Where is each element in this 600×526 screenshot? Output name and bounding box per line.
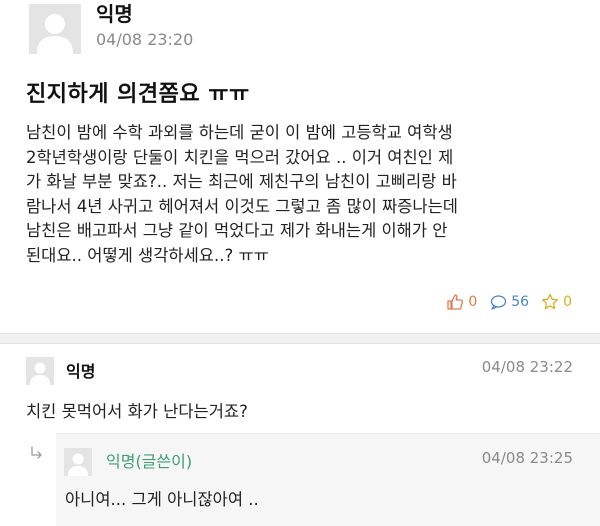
- post-body-line: 남친은 배고파서 그냥 같이 먹었다고 제가 화내는게 이해가 안: [26, 221, 448, 240]
- post-body-line: 가 화날 부분 맞죠?.. 저는 최근에 제친구의 남친이 고삐리랑 바: [26, 172, 457, 191]
- comment-avatar[interactable]: [26, 357, 54, 385]
- reply-text: 아니여... 그게 아니잖아여 ..: [65, 490, 259, 509]
- comment-button[interactable]: 56: [489, 293, 529, 311]
- thumbs-up-icon: [447, 294, 464, 310]
- comment-timestamp: 04/08 23:22: [481, 358, 573, 376]
- comment-count: 56: [511, 294, 530, 310]
- post-author: 익명: [96, 2, 133, 26]
- speech-bubble-icon: [491, 295, 507, 310]
- post-body-line: 람나서 4년 사귀고 헤어져서 이것도 그렇고 좀 많이 짜증나는데: [26, 196, 458, 216]
- post-avatar[interactable]: [29, 4, 81, 54]
- star-icon: [542, 293, 559, 310]
- post-body-line: 남친이 밤에 수학 과외를 하는데 굳이 이 밤에 고등학교 여학생: [26, 123, 453, 142]
- post-actions: 0 56 0: [434, 293, 572, 311]
- reply-author: 익명(글쓴이): [106, 452, 193, 471]
- comment-text: 치킨 못먹어서 화가 난다는거죠?: [26, 402, 248, 421]
- post-body-line: 2학년학생이랑 단둘이 치킨을 먹으러 갔어요 .. 이거 여친인 제: [26, 147, 454, 167]
- anonymous-avatar-icon: [26, 357, 54, 385]
- anonymous-avatar-icon: [64, 448, 92, 476]
- reply-arrow-icon: [31, 446, 42, 459]
- post: 익명 04/08 23:20 진지하게 의견쫌요 ㅠㅠ 남친이 밤에 수학 과외…: [0, 0, 600, 330]
- comment-item: 익명 04/08 23:22 치킨 못먹어서 화가 난다는거죠?: [0, 343, 600, 421]
- post-timestamp: 04/08 23:20: [96, 30, 194, 49]
- like-button[interactable]: 0: [446, 293, 477, 311]
- scrap-count: 0: [563, 294, 572, 310]
- post-title: 진지하게 의견쫌요 ㅠㅠ: [26, 82, 250, 107]
- comment-author: 익명: [66, 362, 96, 381]
- anonymous-avatar-icon: [29, 4, 81, 54]
- reply-timestamp: 04/08 23:25: [481, 449, 573, 467]
- reply-item: 익명(글쓴이) 04/08 23:25 아니여... 그게 아니잖아여 ..: [56, 433, 600, 526]
- like-count: 0: [468, 294, 478, 310]
- scrap-button[interactable]: 0: [541, 293, 572, 311]
- post-body: 남친이 밤에 수학 과외를 하는데 굳이 이 밤에 고등학교 여학생 2학년학생…: [26, 121, 582, 268]
- post-body-line: 된대요.. 어떻게 생각하세요..? ㅠㅠ: [26, 245, 269, 265]
- reply-avatar[interactable]: [64, 448, 92, 476]
